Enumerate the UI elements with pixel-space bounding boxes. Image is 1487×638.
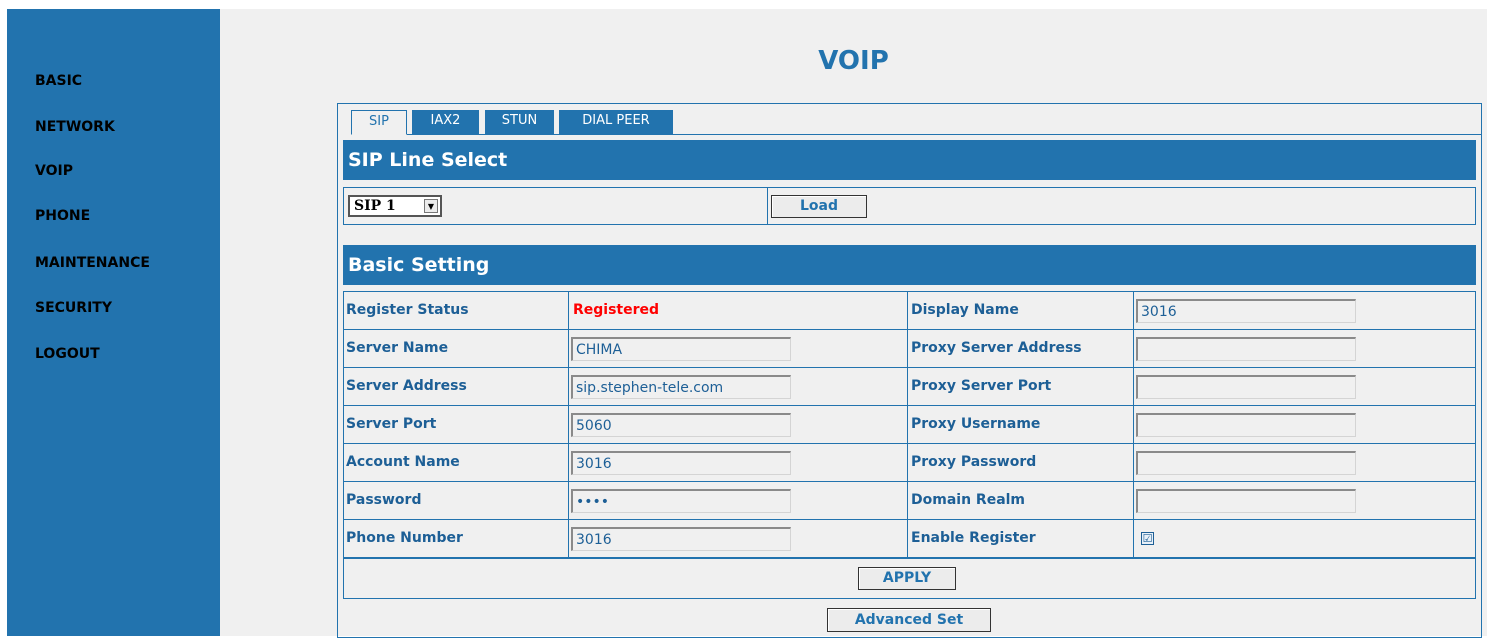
cell-divider <box>1133 330 1134 367</box>
cell-divider <box>568 292 569 329</box>
cell-divider <box>907 330 908 367</box>
setting-label: Server Address <box>346 378 467 394</box>
nav-item-voip[interactable]: VOIP <box>35 163 73 179</box>
setting-input[interactable] <box>1136 337 1356 361</box>
register-status-value: Registered <box>573 302 660 318</box>
apply-button[interactable]: APPLY <box>858 567 956 590</box>
sidebar: BASIC NETWORK VOIP PHONE MAINTENANCE SEC… <box>7 9 220 636</box>
line-select-row: SIP 1 ▼ Load <box>343 187 1476 225</box>
setting-label: Proxy Server Address <box>911 340 1082 356</box>
row-divider <box>767 188 768 224</box>
cell-divider <box>1133 520 1134 557</box>
setting-input[interactable] <box>571 375 791 399</box>
settings-row: Password Domain Realm <box>344 482 1475 520</box>
settings-row: Server Port Proxy Username <box>344 406 1475 444</box>
setting-label: Proxy Server Port <box>911 378 1052 394</box>
setting-label: Server Name <box>346 340 449 356</box>
setting-label: Proxy Username <box>911 416 1041 432</box>
cell-divider <box>568 406 569 443</box>
tab-iax2[interactable]: IAX2 <box>412 110 479 134</box>
dropdown-arrow-icon[interactable]: ▼ <box>424 199 438 213</box>
tab-bar: SIP IAX2 STUN DIAL PEER <box>351 110 1482 135</box>
setting-input[interactable] <box>1136 451 1356 475</box>
apply-row: APPLY <box>344 559 1475 598</box>
cell-divider <box>1133 444 1134 481</box>
setting-label: Server Port <box>346 416 437 432</box>
cell-divider <box>907 520 908 557</box>
nav-item-phone[interactable]: PHONE <box>35 208 90 224</box>
load-button[interactable]: Load <box>771 195 867 218</box>
basic-setting-table: Register Status Registered Display Name Ser… <box>343 291 1476 599</box>
cell-divider <box>568 368 569 405</box>
nav-item-security[interactable]: SECURITY <box>35 300 112 316</box>
tab-sip[interactable]: SIP <box>351 110 407 135</box>
setting-label: Display Name <box>911 302 1019 318</box>
basic-setting-header: Basic Setting <box>343 245 1476 285</box>
enable-register-checkbox[interactable]: ☑ <box>1141 532 1154 545</box>
cell-divider <box>907 482 908 519</box>
cell-divider <box>1133 482 1134 519</box>
settings-row: Server Name Proxy Server Address <box>344 330 1475 368</box>
setting-label: Domain Realm <box>911 492 1026 508</box>
tab-dial-peer[interactable]: DIAL PEER <box>559 110 673 134</box>
cell-divider <box>1133 368 1134 405</box>
setting-input[interactable] <box>1136 299 1356 323</box>
nav-item-logout[interactable]: LOGOUT <box>35 346 100 362</box>
setting-label: Register Status <box>346 302 469 318</box>
setting-input[interactable] <box>571 337 791 361</box>
settings-row: Server Address Proxy Server Port <box>344 368 1475 406</box>
settings-row: Account Name Proxy Password <box>344 444 1475 482</box>
cell-divider <box>568 482 569 519</box>
nav-item-basic[interactable]: BASIC <box>35 73 82 89</box>
cell-divider <box>907 368 908 405</box>
tab-stun[interactable]: STUN <box>485 110 554 134</box>
cell-divider <box>907 292 908 329</box>
setting-input[interactable] <box>1136 413 1356 437</box>
setting-input[interactable] <box>571 451 791 475</box>
nav-item-maintenance[interactable]: MAINTENANCE <box>35 255 150 271</box>
main-content: VOIP SIP IAX2 STUN DIAL PEER SIP Line Se… <box>220 9 1487 638</box>
cell-divider <box>907 406 908 443</box>
page-title: VOIP <box>818 46 889 76</box>
voip-panel: SIP IAX2 STUN DIAL PEER SIP Line Select … <box>337 103 1482 638</box>
settings-row: Phone Number Enable Register ☑ <box>344 520 1475 559</box>
nav-item-network[interactable]: NETWORK <box>35 119 115 135</box>
cell-divider <box>907 444 908 481</box>
setting-label: Proxy Password <box>911 454 1037 470</box>
cell-divider <box>568 520 569 557</box>
setting-input[interactable] <box>571 489 791 513</box>
setting-label: Account Name <box>346 454 460 470</box>
sip-line-select-header: SIP Line Select <box>343 140 1476 180</box>
setting-label: Phone Number <box>346 530 463 546</box>
settings-row: Register Status Registered Display Name <box>344 292 1475 330</box>
setting-label: Enable Register <box>911 530 1036 546</box>
sip-line-selected-value: SIP 1 <box>354 198 396 214</box>
cell-divider <box>1133 406 1134 443</box>
setting-input[interactable] <box>571 413 791 437</box>
cell-divider <box>568 330 569 367</box>
advanced-set-button[interactable]: Advanced Set <box>827 608 991 632</box>
setting-input[interactable] <box>571 527 791 551</box>
setting-input[interactable] <box>1136 375 1356 399</box>
setting-label: Password <box>346 492 422 508</box>
sip-line-dropdown[interactable]: SIP 1 ▼ <box>348 195 442 217</box>
cell-divider <box>568 444 569 481</box>
cell-divider <box>1133 292 1134 329</box>
setting-input[interactable] <box>1136 489 1356 513</box>
